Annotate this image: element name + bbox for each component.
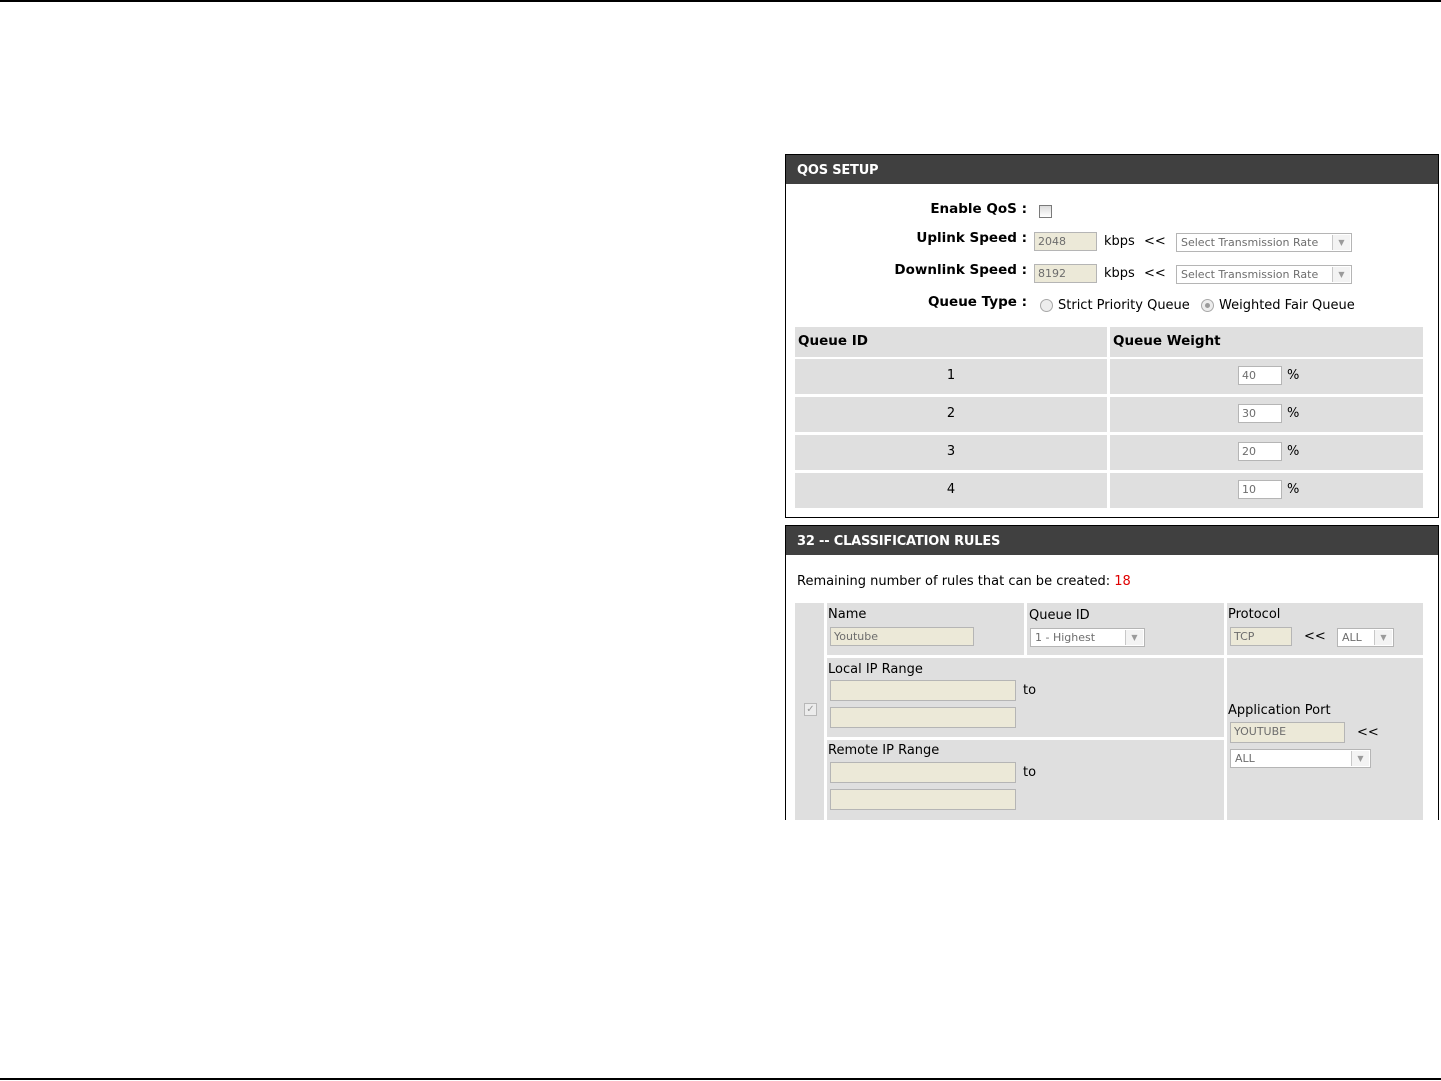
queue-id-header: Queue ID bbox=[795, 327, 1107, 357]
percent-sign: % bbox=[1287, 482, 1300, 497]
uplink-unit: kbps bbox=[1104, 234, 1135, 249]
uplink-rate-select[interactable]: Select Transmission Rate ▼ bbox=[1176, 233, 1352, 252]
queue-id-cell: 3 bbox=[795, 435, 1107, 470]
enable-qos-checkbox[interactable] bbox=[1039, 205, 1052, 218]
uplink-speed-input[interactable]: 2048 bbox=[1034, 232, 1097, 251]
app-port-select[interactable]: ALL ▼ bbox=[1230, 749, 1371, 768]
rule-protocol-arrow: << bbox=[1304, 629, 1326, 644]
chevron-down-icon: ▼ bbox=[1332, 235, 1350, 250]
chevron-down-icon: ▼ bbox=[1351, 751, 1369, 766]
percent-sign: % bbox=[1287, 368, 1300, 383]
downlink-speed-input[interactable]: 8192 bbox=[1034, 264, 1097, 283]
queue-weight-input[interactable]: 40 bbox=[1238, 366, 1282, 385]
local-ip-start-input[interactable] bbox=[830, 680, 1016, 701]
local-ip-label: Local IP Range bbox=[828, 662, 923, 677]
top-rule bbox=[0, 0, 1441, 2]
queue-weight-input[interactable]: 20 bbox=[1238, 442, 1282, 461]
uplink-speed-label: Uplink Speed : bbox=[916, 230, 1027, 246]
queue-type-label: Queue Type : bbox=[927, 294, 1027, 310]
enable-qos-label: Enable QoS : bbox=[930, 201, 1027, 217]
rule-name-label: Name bbox=[828, 607, 867, 622]
local-ip-end-input[interactable] bbox=[830, 707, 1016, 728]
downlink-arrow: << bbox=[1144, 266, 1166, 281]
remote-ip-label: Remote IP Range bbox=[828, 743, 940, 758]
percent-sign: % bbox=[1287, 406, 1300, 421]
strict-priority-radio[interactable] bbox=[1040, 299, 1053, 312]
queue-id-cell: 1 bbox=[795, 359, 1107, 394]
remaining-rules-count: 18 bbox=[1114, 574, 1131, 589]
weighted-fair-label: Weighted Fair Queue bbox=[1219, 298, 1355, 313]
app-port-arrow: << bbox=[1357, 725, 1379, 740]
rule-protocol-select[interactable]: ALL ▼ bbox=[1337, 628, 1394, 647]
strict-priority-label: Strict Priority Queue bbox=[1058, 298, 1190, 313]
chevron-down-icon: ▼ bbox=[1374, 630, 1392, 645]
chevron-down-icon: ▼ bbox=[1125, 630, 1143, 645]
rule-enable-checkbox[interactable]: ✓ bbox=[804, 703, 817, 716]
queue-weight-header: Queue Weight bbox=[1110, 327, 1423, 357]
app-port-label: Application Port bbox=[1228, 703, 1331, 718]
queue-id-cell: 4 bbox=[795, 473, 1107, 508]
remote-ip-start-input[interactable] bbox=[830, 762, 1016, 783]
queue-id-cell: 2 bbox=[795, 397, 1107, 432]
remote-ip-to: to bbox=[1023, 765, 1037, 780]
rule-protocol-input[interactable]: TCP bbox=[1230, 627, 1292, 646]
downlink-rate-select[interactable]: Select Transmission Rate ▼ bbox=[1176, 265, 1352, 284]
rule-queue-select[interactable]: 1 - Highest ▼ bbox=[1030, 628, 1145, 647]
remote-ip-end-input[interactable] bbox=[830, 789, 1016, 810]
percent-sign: % bbox=[1287, 444, 1300, 459]
weighted-fair-radio[interactable] bbox=[1201, 299, 1214, 312]
queue-weight-input[interactable]: 30 bbox=[1238, 404, 1282, 423]
local-ip-to: to bbox=[1023, 683, 1037, 698]
bottom-rule bbox=[0, 1078, 1441, 1080]
chevron-down-icon: ▼ bbox=[1332, 267, 1350, 282]
remaining-rules-text: Remaining number of rules that can be cr… bbox=[797, 574, 1131, 589]
rule-protocol-label: Protocol bbox=[1228, 607, 1281, 622]
downlink-speed-label: Downlink Speed : bbox=[894, 262, 1027, 278]
queue-weight-input[interactable]: 10 bbox=[1238, 480, 1282, 499]
rule-queue-label: Queue ID bbox=[1029, 608, 1090, 623]
qos-setup-title: QOS SETUP bbox=[786, 155, 1438, 184]
rule-name-input[interactable]: Youtube bbox=[830, 627, 974, 646]
classification-rules-title: 32 -- CLASSIFICATION RULES bbox=[786, 526, 1438, 555]
app-port-input[interactable]: YOUTUBE bbox=[1230, 722, 1345, 743]
downlink-unit: kbps bbox=[1104, 266, 1135, 281]
uplink-arrow: << bbox=[1144, 234, 1166, 249]
